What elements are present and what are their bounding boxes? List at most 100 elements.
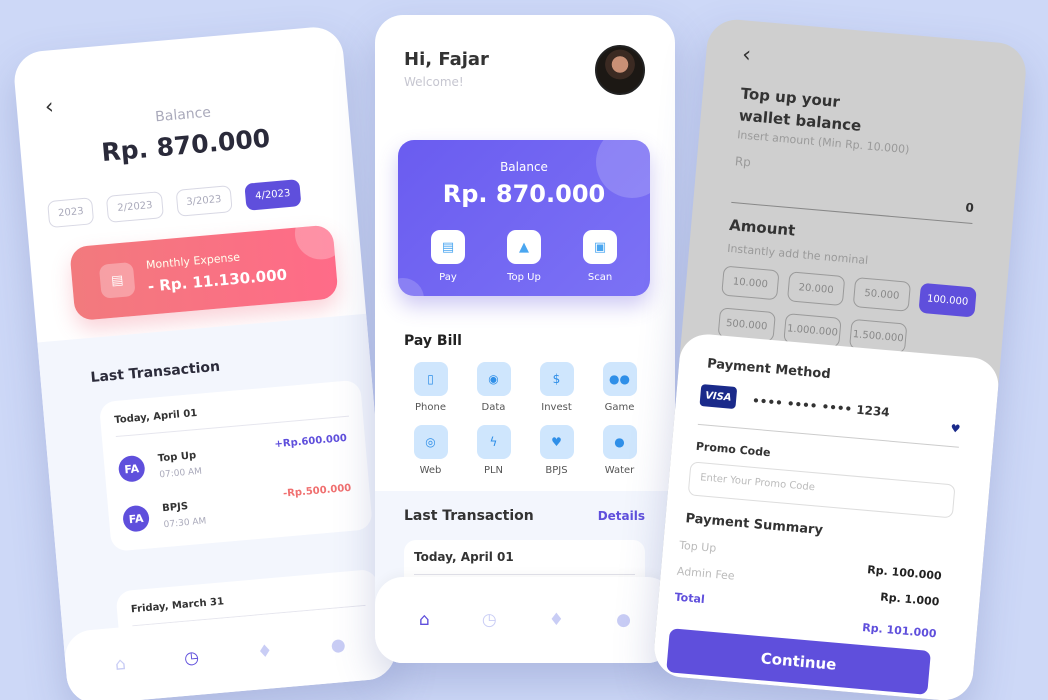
amount-chip[interactable]: 10.000: [721, 265, 780, 301]
profile-avatar[interactable]: [595, 45, 645, 95]
bill-bpjs[interactable]: ♥ BPJS: [525, 425, 588, 476]
promo-code-label: Promo Code: [695, 439, 772, 460]
summary-value: Rp. 101.000: [861, 620, 938, 641]
bill-phone[interactable]: ▯ Phone: [399, 362, 462, 413]
transaction-time: 07:00 AM: [158, 466, 203, 480]
history-icon[interactable]: ◷: [482, 610, 497, 630]
amount-chip[interactable]: 50.000: [852, 277, 912, 312]
avatar: FA: [121, 504, 151, 533]
month-chip-active[interactable]: 4/2023: [244, 179, 302, 211]
bill-label: Data: [481, 402, 506, 413]
health-icon: ♥: [539, 425, 574, 459]
summary-value: Rp. 1.000: [879, 590, 940, 609]
wifi-icon: ◉: [476, 362, 511, 396]
payment-sheet: Payment Method VISA •••• •••• •••• 1234 …: [651, 332, 1001, 700]
bill-pln[interactable]: ϟ PLN: [462, 425, 525, 476]
user-icon[interactable]: ●: [616, 610, 631, 630]
bell-icon[interactable]: ♦: [549, 610, 564, 630]
home-icon[interactable]: ⌂: [114, 654, 126, 675]
bill-label: Invest: [541, 402, 572, 413]
bill-label: PLN: [483, 465, 504, 476]
bill-label: BPJS: [545, 465, 568, 476]
transaction-date: Today, April 01: [113, 394, 350, 438]
pay-button[interactable]: ▤ Pay: [431, 230, 465, 283]
payment-method-title: Payment Method: [706, 356, 832, 383]
month-chip[interactable]: 2023: [47, 197, 95, 229]
greeting: Hi, Fajar: [404, 49, 489, 70]
history-icon[interactable]: ◷: [183, 648, 200, 669]
bill-label: Phone: [415, 402, 446, 413]
transaction-time: 07:30 AM: [163, 515, 207, 530]
back-arrow-icon[interactable]: ‹: [44, 94, 55, 120]
action-label: Top Up: [507, 272, 541, 283]
month-selector: 2023 2/2023 3/2023 4/2023: [47, 174, 356, 229]
summary-label: Total: [674, 590, 706, 607]
invest-icon: $: [539, 362, 574, 396]
transaction-row[interactable]: FA Top Up 07:00 AM +Rp.600.000: [117, 433, 353, 487]
chevron-down-icon[interactable]: ♥: [950, 422, 961, 436]
balance-value: Rp. 870.000: [442, 180, 606, 208]
quick-actions: ▤ Pay ▲ Top Up ▣ Scan: [398, 230, 650, 283]
expense-amount: - Rp. 11.130.000: [147, 265, 288, 296]
bill-label: Game: [604, 402, 635, 413]
bill-game[interactable]: ●● Game: [588, 362, 651, 413]
topup-title: Top up your wallet balance: [738, 82, 864, 137]
lightning-icon: ϟ: [476, 425, 511, 459]
expense-label: Monthly Expense: [145, 250, 241, 272]
bill-label: Water: [604, 465, 635, 476]
back-arrow-icon[interactable]: ‹: [741, 42, 752, 68]
last-transaction-title: Last Transaction: [404, 508, 534, 524]
payment-summary-title: Payment Summary: [684, 511, 824, 539]
transaction-row[interactable]: FA BPJS 07:30 AM -Rp.500.000: [121, 482, 358, 536]
monthly-expense-card: ▤ Monthly Expense - Rp. 11.130.000: [69, 224, 339, 322]
topup-icon: ▲: [507, 230, 541, 264]
globe-icon: ◎: [413, 425, 448, 459]
amount-subtitle: Instantly add the nominal: [726, 241, 869, 268]
currency-prefix: Rp: [734, 154, 752, 170]
amount-chip-active[interactable]: 100.000: [918, 282, 977, 318]
welcome-text: Welcome!: [404, 75, 464, 89]
bill-invest[interactable]: $ Invest: [525, 362, 588, 413]
continue-button[interactable]: Continue: [666, 628, 931, 695]
water-icon: ●: [602, 425, 637, 459]
bill-web[interactable]: ◎ Web: [399, 425, 462, 476]
transaction-amount: +Rp.600.000: [274, 432, 348, 451]
transaction-group: Today, April 01 FA Top Up 07:00 AM +Rp.6…: [98, 379, 373, 552]
home-icon[interactable]: ⌂: [419, 610, 430, 630]
month-chip[interactable]: 3/2023: [175, 185, 233, 217]
amount-title: Amount: [728, 215, 796, 240]
home-screen: Hi, Fajar Welcome! Balance Rp. 870.000 ▤…: [375, 15, 675, 663]
pay-bill-grid: ▯ Phone ◉ Data $ Invest ●● Game ◎ Web ϟ PLN ♥ B…: [399, 362, 651, 476]
decor-circle: [292, 224, 339, 262]
phone-icon: ▯: [413, 362, 448, 396]
bill-water[interactable]: ● Water: [588, 425, 651, 476]
scan-button[interactable]: ▣ Scan: [583, 230, 617, 283]
user-icon[interactable]: ●: [330, 635, 347, 656]
bill-data[interactable]: ◉ Data: [462, 362, 525, 413]
balance-label: Balance: [500, 160, 548, 174]
summary-label: Admin Fee: [676, 564, 736, 583]
amount-chip[interactable]: 20.000: [786, 271, 846, 307]
transaction-date: Today, April 01: [414, 550, 635, 575]
wallet-icon: ▤: [98, 261, 136, 299]
game-icon: ●●: [602, 362, 637, 396]
history-screen: ‹ Balance Rp. 870.000 2023 2/2023 3/2023…: [12, 24, 398, 700]
balance-card: Balance Rp. 870.000 ▤ Pay ▲ Top Up ▣ Sca…: [398, 140, 650, 296]
transaction-name: BPJS: [161, 500, 189, 514]
visa-logo-icon: VISA: [699, 384, 738, 410]
summary-label: Top Up: [678, 538, 717, 555]
bill-label: Web: [419, 465, 442, 476]
amount-input[interactable]: 0: [965, 200, 975, 215]
action-label: Scan: [587, 272, 613, 283]
details-link[interactable]: Details: [598, 509, 645, 523]
promo-code-input[interactable]: Enter Your Promo Code: [687, 461, 956, 519]
pay-bill-title: Pay Bill: [404, 333, 462, 349]
top-up-button[interactable]: ▲ Top Up: [507, 230, 541, 283]
card-number[interactable]: •••• •••• •••• 1234: [752, 394, 891, 420]
topup-screen: ‹ Top up your wallet balance Insert amou…: [651, 17, 1029, 700]
bell-icon[interactable]: ♦: [256, 641, 273, 662]
avatar: FA: [117, 454, 146, 483]
transaction-name: Top Up: [157, 449, 197, 464]
month-chip[interactable]: 2/2023: [106, 191, 164, 223]
wallet-icon: ▤: [431, 230, 465, 264]
